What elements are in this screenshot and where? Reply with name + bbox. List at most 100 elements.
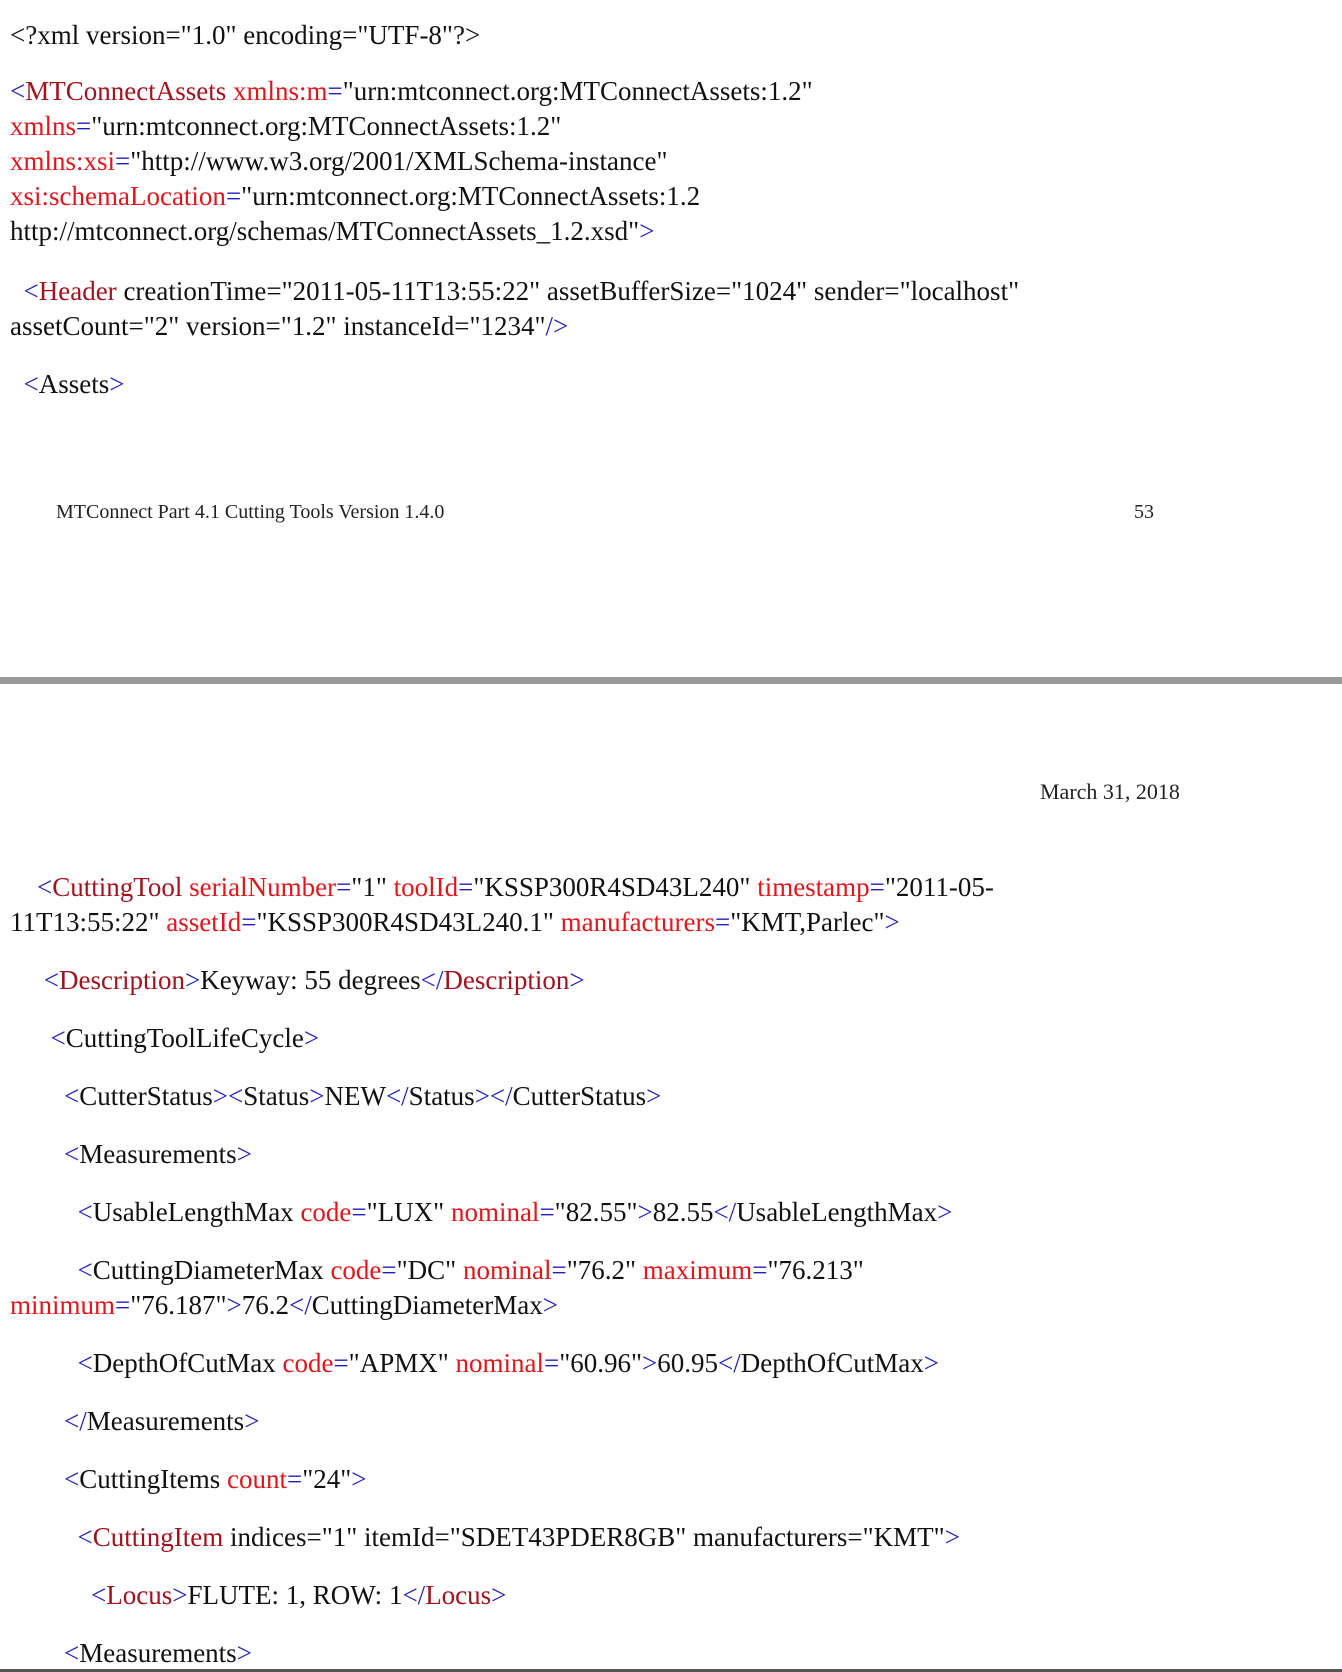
tag-delimiter: =	[241, 907, 257, 937]
xml-line: <UsableLengthMax code="LUX" nominal="82.…	[10, 1195, 1332, 1230]
attribute-name: timestamp	[757, 872, 870, 902]
tag-delimiter: =	[551, 1255, 567, 1285]
tag-delimiter: <	[77, 1197, 93, 1227]
attribute-name: toolId	[393, 872, 459, 902]
attribute-name: xmlns:m	[232, 76, 328, 106]
xml-text: CuttingDiameterMax	[92, 1255, 331, 1285]
xml-text: creationTime="2011-05-11T13:55:22" asset…	[116, 276, 1020, 306]
xml-declaration-line: <?xml version="1.0" encoding="UTF-8"?>	[10, 18, 1332, 53]
xml-text: "82.55"	[554, 1197, 638, 1227]
xml-text: "http://www.w3.org/2001/XMLSchema-instan…	[130, 146, 668, 176]
xml-text: <?xml version="1.0" encoding="UTF-8"?>	[10, 20, 481, 50]
xml-text: Measurements	[86, 1406, 245, 1436]
tag-delimiter: >	[646, 1081, 662, 1111]
tag-delimiter: >	[491, 1580, 507, 1610]
xml-text: 11T13:55:22"	[10, 907, 167, 937]
xml-text	[10, 1023, 51, 1053]
tag-delimiter: =	[544, 1348, 560, 1378]
xml-line: </Measurements>	[10, 1404, 1332, 1439]
xml-text: DepthOfCutMax	[740, 1348, 924, 1378]
tag-delimiter: </	[402, 1580, 426, 1610]
attribute-name: serialNumber	[189, 872, 337, 902]
tag-delimiter: >	[937, 1197, 953, 1227]
xml-line: <Header creationTime="2011-05-11T13:55:2…	[10, 274, 1332, 309]
attribute-name: code	[300, 1197, 352, 1227]
tag-delimiter: >	[884, 907, 900, 937]
xml-text: CutterStatus	[79, 1081, 213, 1111]
xml-line: xsi:schemaLocation="urn:mtconnect.org:MT…	[10, 179, 1332, 214]
tag-delimiter: </	[289, 1290, 312, 1320]
tag-delimiter: <	[23, 369, 39, 399]
tag-delimiter: <	[50, 1023, 66, 1053]
tag-delimiter: </	[420, 965, 444, 995]
tag-delimiter: >	[923, 1348, 939, 1378]
xml-line: <Locus>FLUTE: 1, ROW: 1</Locus>	[10, 1578, 1332, 1613]
tag-delimiter: >	[642, 1348, 658, 1378]
xml-text	[10, 1522, 78, 1552]
tag-delimiter: <	[10, 76, 26, 106]
attribute-name: maximum	[642, 1255, 753, 1285]
tag-delimiter: >	[309, 1081, 325, 1111]
xml-text: CutterStatus	[512, 1081, 647, 1111]
tag-delimiter: =	[333, 1348, 349, 1378]
xml-text: Status	[408, 1081, 475, 1111]
xml-line: assetCount="2" version="1.2" instanceId=…	[10, 309, 1332, 344]
page-header-date: March 31, 2018	[1040, 779, 1180, 804]
xml-text	[226, 76, 233, 106]
xml-text: "urn:mtconnect.org:MTConnectAssets:1.2"	[91, 111, 562, 141]
xml-text: CuttingToolLifeCycle	[65, 1023, 304, 1053]
xml-text: indices="1" itemId="SDET43PDER8GB" manuf…	[223, 1522, 945, 1552]
xml-text: "KSSP300R4SD43L240.1"	[256, 907, 561, 937]
tag-delimiter: <	[64, 1081, 80, 1111]
tag-delimiter: >	[184, 965, 201, 995]
xml-text	[10, 1406, 64, 1436]
tag-delimiter: </	[385, 1081, 409, 1111]
xml-text: "APMX"	[348, 1348, 456, 1378]
tag-delimiter: >	[944, 1522, 960, 1552]
xml-text	[10, 872, 37, 902]
tag-delimiter: =	[869, 872, 885, 902]
xml-text: Measurements	[79, 1139, 237, 1169]
element-name: CuttingItem	[92, 1522, 224, 1552]
element-name: CuttingTool	[52, 872, 183, 902]
xml-line: <CuttingItem indices="1" itemId="SDET43P…	[10, 1520, 1332, 1555]
xml-text	[10, 369, 24, 399]
xml-line: <Measurements>	[10, 1636, 1332, 1671]
tag-delimiter: =	[336, 872, 352, 902]
tag-delimiter: =	[752, 1255, 768, 1285]
attribute-name: code	[330, 1255, 382, 1285]
xml-text: "DC"	[396, 1255, 463, 1285]
element-name: Locus	[106, 1580, 173, 1610]
xml-text: 76.2	[241, 1290, 290, 1320]
tag-delimiter: =	[76, 111, 92, 141]
xml-text: FLUTE: 1, ROW: 1	[187, 1580, 403, 1610]
tag-delimiter: <	[43, 965, 59, 995]
xml-text: UsableLengthMax	[92, 1197, 301, 1227]
xml-text	[10, 1139, 64, 1169]
tag-delimiter: >	[351, 1464, 367, 1494]
xml-text: CuttingItems	[79, 1464, 227, 1494]
xml-text: 60.95	[657, 1348, 719, 1378]
attribute-name: assetId	[166, 907, 242, 937]
tag-delimiter: <	[37, 872, 53, 902]
xml-text: UsableLengthMax	[736, 1197, 938, 1227]
xml-text: http://mtconnect.org/schemas/MTConnectAs…	[10, 216, 640, 246]
page-number: 53	[1134, 501, 1154, 523]
tag-delimiter: <	[77, 1348, 93, 1378]
xml-text: assetCount="2" version="1.2" instanceId=…	[10, 311, 546, 341]
xml-text	[10, 1464, 64, 1494]
tag-delimiter: <	[91, 1580, 107, 1610]
xml-line: xmlns="urn:mtconnect.org:MTConnectAssets…	[10, 109, 1332, 144]
xml-text: Status	[243, 1081, 310, 1111]
attribute-name: nominal	[455, 1348, 545, 1378]
xml-text: NEW	[324, 1081, 386, 1111]
tag-delimiter: <	[64, 1638, 80, 1668]
attribute-name: xmlns:xsi	[10, 146, 116, 176]
tag-delimiter: ></	[474, 1081, 513, 1111]
xml-text: "76.213"	[767, 1255, 864, 1285]
xml-text	[10, 1580, 91, 1610]
tag-delimiter: <	[64, 1464, 80, 1494]
xml-text: "2011-05-	[884, 872, 994, 902]
xml-line: xmlns:xsi="http://www.w3.org/2001/XMLSch…	[10, 144, 1332, 179]
tag-delimiter: ><	[212, 1081, 244, 1111]
